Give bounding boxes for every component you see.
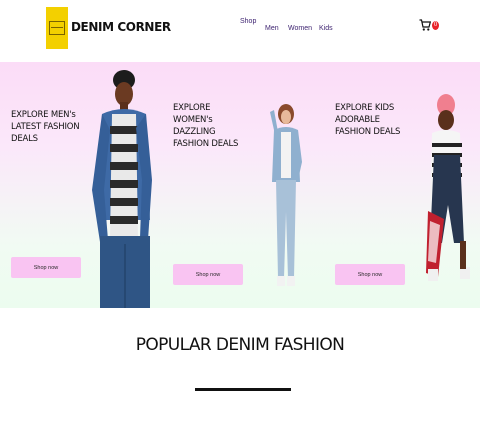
kids-shop-now-button[interactable]: Shop now: [335, 264, 405, 285]
nav-men-link[interactable]: Men: [265, 25, 279, 32]
kids-model-image: [426, 94, 470, 281]
women-model-image: [270, 104, 302, 286]
brand-logo[interactable]: [46, 7, 68, 49]
kids-promo-title: EXPLORE KIDS ADORABLE FASHION DEALS: [335, 103, 401, 137]
nav-kids-link[interactable]: Kids: [319, 25, 333, 32]
nav-women-link[interactable]: Women: [288, 25, 312, 32]
cart-count-badge: 0: [432, 21, 439, 30]
brand-name[interactable]: DENIM CORNER: [71, 20, 171, 34]
heading-divider: [195, 388, 291, 391]
site-header: DENIM CORNER Shop Men Women Kids 0: [0, 0, 480, 62]
men-promo-title: EXPLORE MEN's LATEST FASHION DEALS: [11, 110, 80, 144]
women-shop-now-button[interactable]: Shop now: [173, 264, 243, 285]
popular-section-heading: POPULAR DENIM FASHION: [135, 335, 345, 355]
women-promo-title: EXPLORE WOMEN's DAZZLING FASHION DEALS: [173, 103, 239, 149]
nav-shop-link[interactable]: Shop: [240, 18, 256, 25]
cart-icon[interactable]: [419, 18, 431, 32]
men-model-image: [92, 70, 152, 308]
men-shop-now-button[interactable]: Shop now: [11, 257, 81, 278]
